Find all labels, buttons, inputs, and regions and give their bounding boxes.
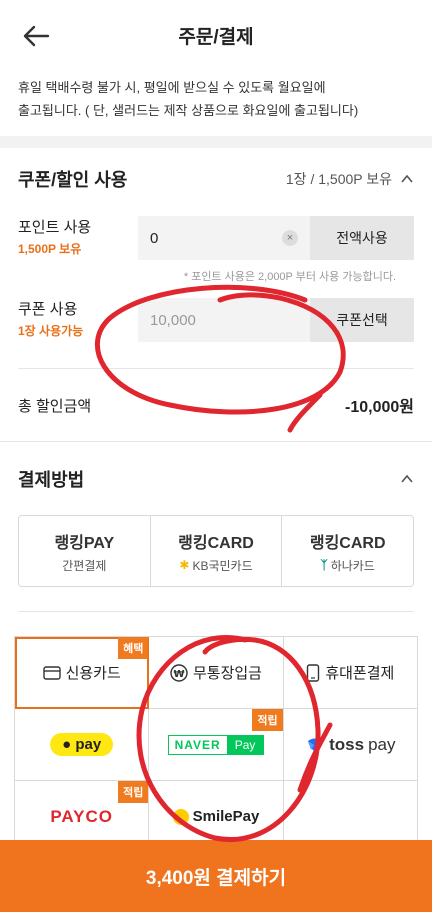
point-row: 포인트 사용 1,500P 보유 0 × 전액사용: [0, 216, 432, 260]
easy-pay-ranking-card-hana[interactable]: 랭킹CARD ᛉ 하나카드: [282, 516, 413, 586]
reward-badge: 적립: [252, 709, 283, 731]
method-phone[interactable]: 휴대폰결제: [283, 637, 418, 709]
method-bank-transfer[interactable]: ₩ 무통장입금: [149, 637, 284, 709]
coupon-input[interactable]: 10,000: [138, 298, 310, 342]
payco-logo: PAYCO: [50, 806, 113, 826]
payment-section-title: 결제방법: [18, 469, 85, 490]
method-naver-pay[interactable]: 적립 NAVER Pay: [149, 709, 284, 781]
coupon-section-header[interactable]: 쿠폰/할인 사용 1장 / 1,500P 보유: [0, 148, 432, 210]
method-label: 신용카드: [65, 665, 121, 682]
easy-pay-ranking-card-kb[interactable]: 랭킹CARD ✱ KB국민카드: [151, 516, 283, 586]
point-owned: 1,500P 보유: [18, 242, 82, 256]
page-title: 주문/결제: [178, 26, 254, 48]
reward-badge: 적립: [118, 781, 149, 803]
svg-text:₩: ₩: [173, 669, 184, 680]
total-discount-row: 총 할인금액 -10,000원: [0, 369, 432, 441]
select-coupon-button[interactable]: 쿠폰선택: [310, 298, 414, 342]
smile-icon: [172, 808, 189, 825]
phone-icon: [307, 663, 320, 682]
smile-pay-text: SmilePay: [192, 808, 260, 825]
point-input-value: 0: [150, 229, 159, 247]
benefit-badge: 혜택: [118, 637, 149, 659]
coupon-label: 쿠폰 사용: [18, 301, 78, 318]
easy-pay-brand: 랭킹CARD: [309, 534, 386, 552]
point-hint: * 포인트 사용은 2,000P 부터 사용 가능합니다.: [183, 271, 396, 283]
easy-pay-sub-row: ᛉ 하나카드: [320, 557, 374, 574]
total-discount-value: -10,000원: [345, 399, 414, 416]
back-arrow-icon[interactable]: [22, 22, 50, 50]
kakao-pay-text: pay: [75, 736, 102, 753]
pay-button[interactable]: 3,400원 결제하기: [0, 840, 432, 912]
toss-pay-logo: toss pay: [305, 734, 396, 755]
coupon-summary-text: 1장 / 1,500P 보유: [285, 171, 392, 187]
naver-pay-logo: NAVER Pay: [167, 734, 265, 755]
total-discount-label: 총 할인금액: [18, 397, 92, 415]
toss-pay-text: pay: [368, 734, 396, 754]
shipping-notice: 휴일 택배수령 불가 시, 평일에 받으실 수 있도록 월요일에 출고됩니다. …: [0, 70, 432, 136]
method-label: 휴대폰결제: [325, 665, 395, 682]
method-credit-card[interactable]: 혜택 신용카드: [15, 637, 150, 709]
use-all-points-button[interactable]: 전액사용: [310, 216, 414, 260]
hana-logo-icon: ᛉ: [320, 558, 328, 572]
notice-line-2: 출고됩니다. ( 단, 샐러드는 제작 상품으로 화요일에 출고됩니다): [18, 103, 359, 118]
easy-pay-brand: 랭킹CARD: [178, 534, 254, 552]
easy-pay-sub: 간편결제: [62, 558, 107, 573]
method-label: 무통장입금: [192, 665, 262, 682]
toss-icon: [308, 738, 323, 753]
method-kakao-pay[interactable]: ● pay: [15, 709, 150, 781]
header: 주문/결제: [0, 0, 432, 70]
naver-pay-text: Pay: [226, 735, 264, 754]
coupon-owned: 1장 사용가능: [18, 324, 84, 338]
smile-pay-logo: SmilePay: [172, 808, 260, 825]
easy-pay-brand: 랭킹PAY: [54, 534, 115, 552]
easy-pay-sub: 하나카드: [330, 558, 375, 573]
won-icon: ₩: [170, 663, 188, 682]
easy-pay-sub-row: ✱ KB국민카드: [179, 557, 252, 574]
chevron-up-icon[interactable]: [400, 172, 414, 186]
naver-brand: NAVER: [168, 735, 227, 754]
point-label: 포인트 사용: [18, 219, 92, 236]
section-gap: [0, 136, 432, 148]
easy-pay-sub: KB국민카드: [192, 558, 253, 573]
point-label-group: 포인트 사용 1,500P 보유: [18, 216, 138, 260]
chevron-up-icon[interactable]: [400, 472, 414, 486]
easy-pay-options: 랭킹PAY 간편결제 랭킹CARD ✱ KB국민카드 랭킹CARD ᛉ 하나카드: [18, 515, 414, 587]
clear-icon[interactable]: ×: [282, 230, 298, 246]
coupon-label-group: 쿠폰 사용 1장 사용가능: [18, 298, 138, 342]
toss-text: toss: [329, 734, 365, 754]
easy-pay-ranking-pay[interactable]: 랭킹PAY 간편결제: [19, 516, 151, 586]
coupon-summary: 1장 / 1,500P 보유: [286, 169, 414, 189]
method-toss-pay[interactable]: toss pay: [283, 709, 418, 781]
payment-method-grid: 혜택 신용카드 ₩ 무통장입금 휴대폰결제 ● pay 적립 NAVER Pay: [14, 636, 418, 853]
notice-line-1: 휴일 택배수령 불가 시, 평일에 받으실 수 있도록 월요일에: [18, 80, 326, 95]
kb-star-icon: ✱: [179, 558, 190, 572]
credit-card-icon: [42, 665, 61, 680]
point-input[interactable]: 0 ×: [138, 216, 310, 260]
payment-section-header[interactable]: 결제방법: [0, 441, 432, 515]
kakao-pay-logo: ● pay: [50, 733, 114, 756]
coupon-row: 쿠폰 사용 1장 사용가능 10,000 쿠폰선택: [0, 298, 432, 342]
coupon-input-placeholder: 10,000: [150, 311, 196, 329]
divider: [18, 611, 414, 612]
coupon-section-title: 쿠폰/할인 사용: [18, 170, 128, 190]
